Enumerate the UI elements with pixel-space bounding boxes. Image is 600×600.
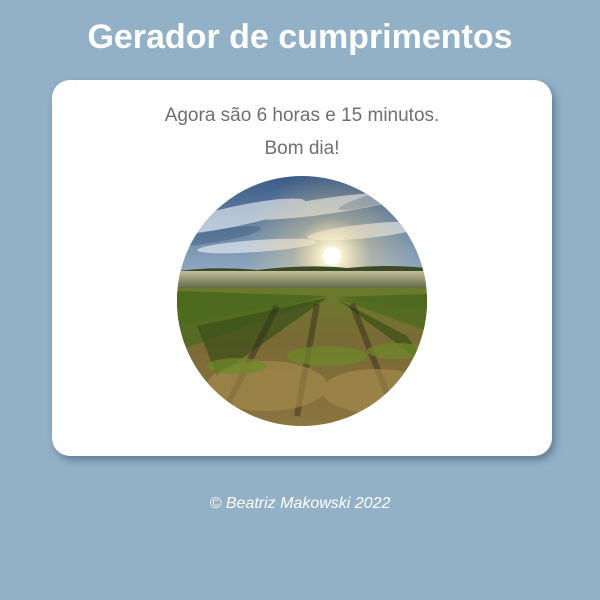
greeting-card: Agora são 6 horas e 15 minutos. Bom dia! [52, 80, 552, 456]
page-title: Gerador de cumprimentos [87, 18, 513, 56]
sunrise-vineyard-photo [177, 176, 427, 426]
greeting-message: Bom dia! [264, 138, 340, 159]
footer-copyright: © Beatriz Makowski 2022 [209, 495, 391, 512]
current-time-text: Agora são 6 horas e 15 minutos. [164, 105, 440, 126]
